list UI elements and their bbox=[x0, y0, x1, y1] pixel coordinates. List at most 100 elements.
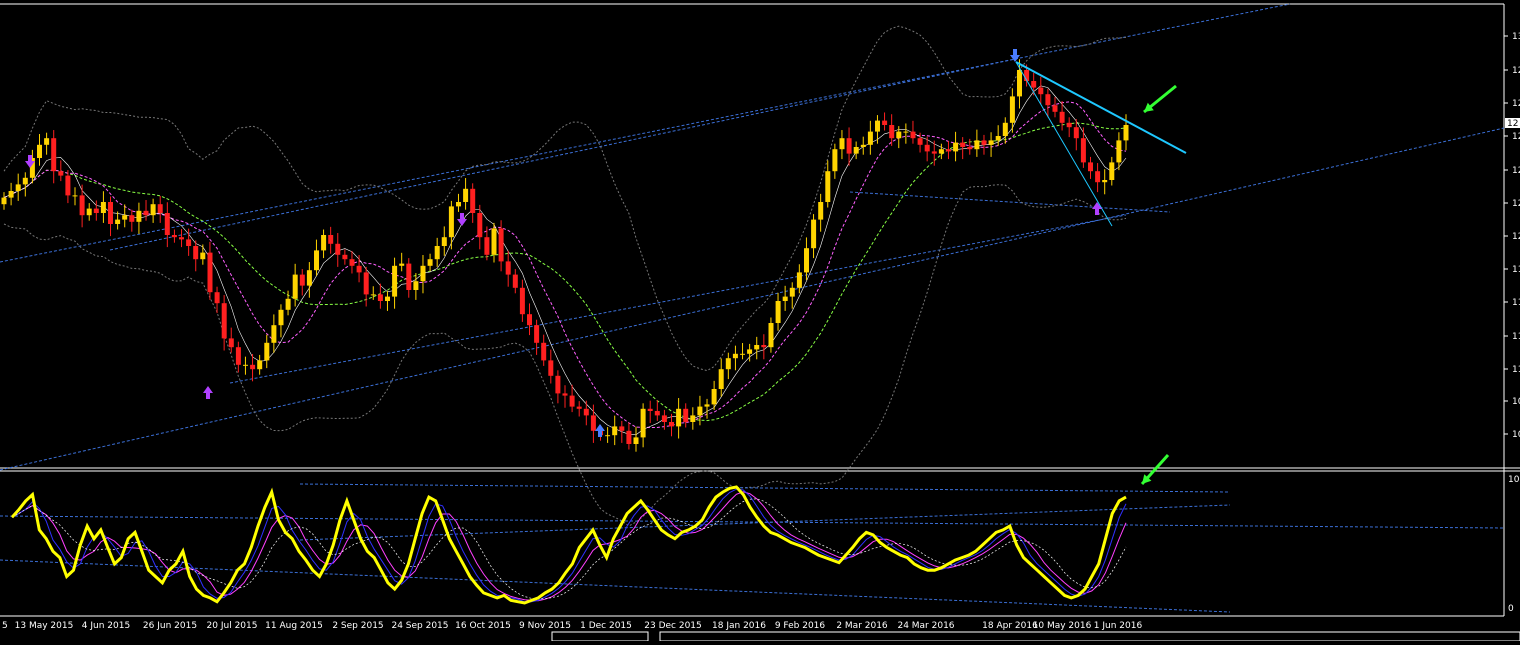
candle-body[interactable] bbox=[704, 404, 710, 407]
candle-body[interactable] bbox=[974, 140, 980, 150]
candle-body[interactable] bbox=[811, 219, 817, 249]
candle-body[interactable] bbox=[960, 142, 966, 147]
candle-body[interactable] bbox=[448, 206, 454, 238]
candle-body[interactable] bbox=[1002, 122, 1008, 136]
candle-body[interactable] bbox=[321, 235, 327, 251]
candle-body[interactable] bbox=[463, 188, 469, 202]
candle-body[interactable] bbox=[456, 202, 461, 207]
candle-body[interactable] bbox=[875, 120, 880, 132]
candle-body[interactable] bbox=[356, 265, 362, 273]
candle-body[interactable] bbox=[697, 406, 703, 416]
candle-body[interactable] bbox=[619, 426, 625, 431]
candle-body[interactable] bbox=[1066, 122, 1072, 128]
candle-body[interactable] bbox=[143, 210, 149, 216]
candle-body[interactable] bbox=[1109, 162, 1115, 180]
candle-body[interactable] bbox=[108, 202, 113, 224]
candle-body[interactable] bbox=[1102, 180, 1108, 183]
candle-body[interactable] bbox=[910, 131, 916, 139]
candle-body[interactable] bbox=[484, 237, 490, 255]
candle-body[interactable] bbox=[235, 347, 241, 365]
candle-body[interactable] bbox=[725, 358, 731, 370]
candle-body[interactable] bbox=[257, 360, 263, 370]
candle-body[interactable] bbox=[314, 250, 319, 271]
candle-body[interactable] bbox=[363, 272, 369, 295]
candle-body[interactable] bbox=[896, 131, 902, 139]
candle-body[interactable] bbox=[839, 138, 845, 150]
candle-body[interactable] bbox=[654, 411, 660, 416]
trading-chart[interactable]: 13 12 12 12 12 12 12 11 11 11 11 10 10 12 100 0 5 13 May … bbox=[0, 0, 1520, 642]
candle-body[interactable] bbox=[271, 325, 277, 343]
candle-body[interactable] bbox=[164, 213, 170, 235]
channel-line[interactable] bbox=[0, 3, 1291, 263]
candle-body[interactable] bbox=[647, 408, 653, 411]
candle-body[interactable] bbox=[349, 259, 355, 266]
candle-body[interactable] bbox=[399, 263, 405, 266]
candle-body[interactable] bbox=[292, 274, 298, 299]
support-line[interactable] bbox=[849, 191, 1171, 213]
candle-body[interactable] bbox=[470, 188, 476, 213]
candle-body[interactable] bbox=[754, 345, 760, 350]
candle-body[interactable] bbox=[129, 215, 135, 222]
candle-body[interactable] bbox=[72, 195, 78, 197]
candle-body[interactable] bbox=[420, 265, 426, 282]
candle-body[interactable] bbox=[796, 272, 802, 288]
candle-body[interactable] bbox=[1031, 81, 1037, 88]
candle-body[interactable] bbox=[924, 144, 930, 152]
candle-body[interactable] bbox=[555, 375, 561, 394]
stoch-channel-line[interactable] bbox=[0, 559, 1231, 613]
candle-body[interactable] bbox=[775, 301, 781, 323]
candle-body[interactable] bbox=[995, 136, 1001, 141]
chart-scrollbar[interactable] bbox=[659, 631, 1520, 642]
candle-body[interactable] bbox=[171, 235, 177, 238]
candle-body[interactable] bbox=[860, 144, 866, 147]
stoch-channel-line[interactable] bbox=[0, 515, 1505, 529]
candle-body[interactable] bbox=[328, 235, 334, 244]
candle-body[interactable] bbox=[306, 270, 312, 286]
stoch-channel-line[interactable] bbox=[299, 483, 1231, 493]
candle-body[interactable] bbox=[179, 237, 184, 240]
candle-body[interactable] bbox=[527, 314, 532, 326]
candle-body[interactable] bbox=[789, 287, 795, 297]
candle-body[interactable] bbox=[93, 208, 99, 213]
candle-body[interactable] bbox=[278, 309, 284, 326]
candle-body[interactable] bbox=[136, 210, 142, 222]
channel-line[interactable] bbox=[0, 127, 1505, 471]
candle-body[interactable] bbox=[37, 144, 42, 158]
candle-body[interactable] bbox=[1123, 125, 1129, 141]
candle-body[interactable] bbox=[804, 248, 809, 273]
candle-body[interactable] bbox=[590, 415, 596, 431]
candle-body[interactable] bbox=[1088, 162, 1093, 172]
candle-body[interactable] bbox=[946, 149, 951, 152]
candle-body[interactable] bbox=[413, 281, 419, 290]
candle-body[interactable] bbox=[1, 197, 7, 205]
candle-body[interactable] bbox=[1045, 94, 1051, 106]
candle-body[interactable] bbox=[732, 353, 738, 359]
candle-body[interactable] bbox=[832, 149, 838, 172]
candle-body[interactable] bbox=[1038, 87, 1044, 95]
candle-body[interactable] bbox=[243, 364, 248, 366]
candle-body[interactable] bbox=[100, 202, 106, 213]
candle-body[interactable] bbox=[953, 142, 959, 152]
candle-body[interactable] bbox=[988, 140, 994, 145]
candle-body[interactable] bbox=[569, 395, 575, 407]
candle-body[interactable] bbox=[221, 303, 227, 339]
candle-body[interactable] bbox=[562, 393, 568, 396]
candle-body[interactable] bbox=[150, 204, 156, 216]
candle-body[interactable] bbox=[512, 274, 518, 288]
candle-body[interactable] bbox=[8, 191, 14, 198]
candle-body[interactable] bbox=[115, 219, 121, 224]
candle-body[interactable] bbox=[633, 437, 639, 444]
candle-body[interactable] bbox=[583, 408, 589, 416]
candle-body[interactable] bbox=[406, 263, 412, 290]
candle-body[interactable] bbox=[981, 140, 987, 145]
candle-body[interactable] bbox=[1116, 140, 1122, 163]
candle-body[interactable] bbox=[392, 265, 398, 297]
candle-body[interactable] bbox=[669, 422, 674, 427]
candle-body[interactable] bbox=[967, 147, 973, 150]
candle-body[interactable] bbox=[690, 415, 696, 422]
candle-body[interactable] bbox=[782, 296, 788, 301]
candle-body[interactable] bbox=[640, 408, 646, 438]
stoch-main-line[interactable] bbox=[10, 485, 1127, 605]
candle-body[interactable] bbox=[938, 149, 944, 154]
candle-body[interactable] bbox=[200, 252, 206, 260]
